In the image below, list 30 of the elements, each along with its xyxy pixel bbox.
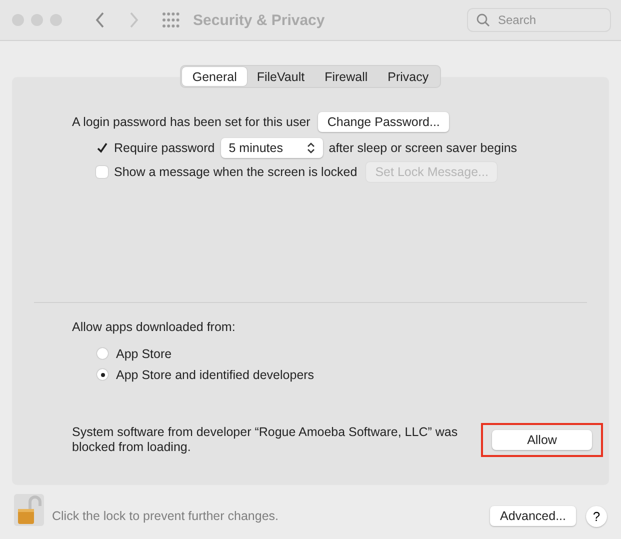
tab[interactable]: Firewall — [314, 67, 378, 86]
delay-suffix: after sleep or screen saver begins — [328, 141, 518, 155]
search-field[interactable]: Search — [467, 8, 611, 32]
delay-select[interactable]: 5 minutes — [220, 138, 323, 158]
radio-button[interactable] — [97, 348, 108, 359]
grid-icon[interactable] — [162, 11, 180, 29]
login-label: A login password has been set for this user — [72, 115, 310, 129]
back-icon[interactable] — [94, 11, 106, 29]
require-password-label: Require password — [114, 141, 215, 155]
radio-label: App Store — [116, 346, 172, 360]
blocked-message: System software from developer “Rogue Amoeba Software, LLC” was blocked from loading. — [72, 425, 459, 455]
updown-icon — [306, 142, 315, 154]
lock-hint: Click the lock to prevent further changes. — [52, 509, 279, 523]
window-title: Security & Privacy — [193, 12, 325, 28]
advanced-button[interactable]: Advanced... — [490, 506, 576, 526]
tab[interactable]: Privacy — [378, 67, 439, 86]
checkbox[interactable] — [96, 142, 108, 154]
lock-message-label: Show a message when the screen is locked — [114, 165, 358, 179]
allow-button[interactable]: Allow — [492, 430, 592, 450]
help-button[interactable]: ? — [586, 506, 607, 526]
tab[interactable]: General — [182, 67, 247, 86]
tab[interactable]: FileVault — [246, 67, 315, 86]
search-icon — [476, 13, 490, 27]
change-password-button[interactable]: Change Password... — [318, 112, 449, 132]
forward-icon[interactable] — [128, 11, 140, 29]
unlocked-padlock-icon[interactable] — [14, 494, 44, 526]
radio-label: App Store and identified developers — [116, 368, 314, 382]
radio-button[interactable] — [97, 369, 108, 380]
allow-apps-label: Allow apps downloaded from: — [72, 320, 236, 336]
checkbox[interactable] — [96, 166, 108, 178]
